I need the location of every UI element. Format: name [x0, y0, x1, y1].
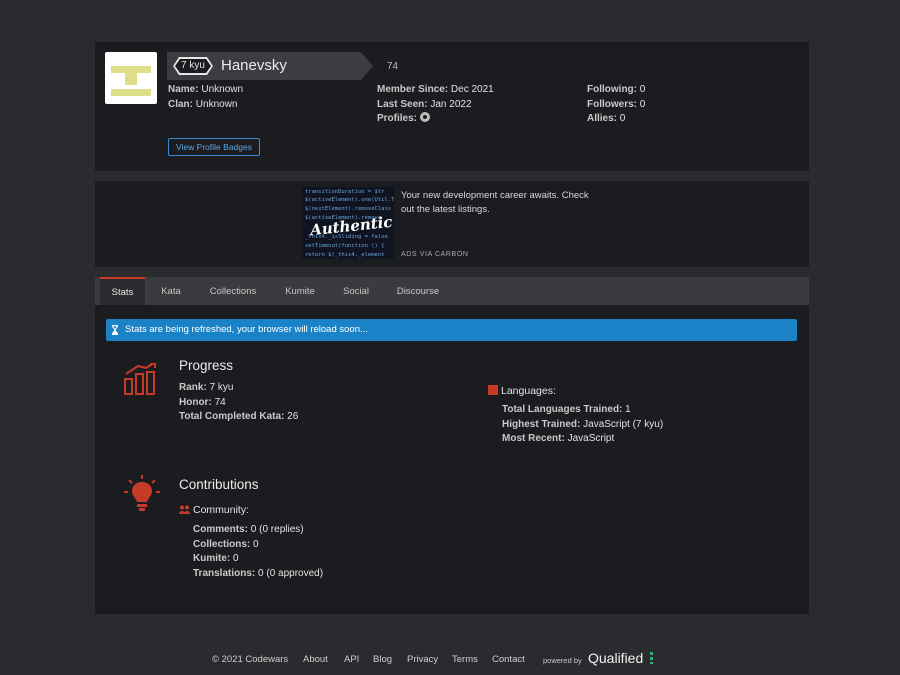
tab-social[interactable]: Social: [335, 277, 377, 305]
footer-copyright: © 2021 Codewars: [212, 654, 289, 665]
footer-link-api[interactable]: API: [344, 654, 359, 665]
progress-title: Progress: [179, 358, 234, 373]
highest-trained-label: Highest Trained:: [502, 418, 581, 430]
contributions-title: Contributions: [179, 477, 259, 492]
translations-row: Translations: 0 (0 approved): [193, 567, 323, 582]
last-seen-value: Jan 2022: [430, 98, 472, 110]
profile-info-middle: Member Since: Dec 2021 Last Seen: Jan 20…: [377, 83, 494, 127]
collections-row: Collections: 0: [193, 538, 259, 553]
ad-text[interactable]: Your new development career awaits. Chec…: [401, 189, 597, 216]
most-recent-row: Most Recent: JavaScript: [502, 432, 614, 447]
bar-chart-icon: [124, 363, 156, 395]
translations-value: 0 (0 approved): [258, 567, 324, 579]
github-icon[interactable]: [419, 112, 430, 122]
profile-header: 7 kyu Hanevsky 74 Name: Unknown Clan: Un…: [95, 42, 809, 171]
tab-kumite[interactable]: Kumite: [276, 277, 324, 305]
footer-link-privacy[interactable]: Privacy: [407, 654, 438, 665]
users-icon: [179, 505, 190, 514]
profile-info-left: Name: Unknown Clan: Unknown: [168, 83, 243, 112]
following-label: Following:: [587, 84, 637, 95]
honor-row: Honor: 74: [179, 396, 226, 411]
ad-image[interactable]: transitionDuration = $tr $(activeElement…: [302, 187, 394, 259]
rank-label: Rank:: [179, 382, 207, 393]
name-value: Unknown: [201, 84, 244, 95]
hourglass-icon: [112, 325, 118, 335]
languages-heading: Languages:: [488, 385, 556, 397]
completed-kata-row: Total Completed Kata: 26: [179, 410, 298, 425]
footer-link-contact[interactable]: Contact: [492, 654, 525, 665]
collections-label: Collections:: [193, 538, 251, 550]
tab-stats[interactable]: Stats: [100, 277, 145, 305]
translations-label: Translations:: [193, 567, 256, 579]
powered-by-label: powered by: [543, 656, 582, 665]
collections-value: 0: [253, 538, 259, 550]
carbon-ad: transitionDuration = $tr $(activeElement…: [95, 181, 809, 267]
footer-link-blog[interactable]: Blog: [373, 654, 392, 665]
footer-link-about[interactable]: About: [303, 654, 328, 665]
kumite-row: Kumite: 0: [193, 552, 239, 567]
rank-badge-label: 7 kyu: [175, 59, 211, 73]
username: Hanevsky: [221, 57, 287, 74]
member-since-label: Member Since:: [377, 84, 449, 95]
footer: © 2021 Codewars About API Blog Privacy T…: [0, 650, 900, 670]
allies-label: Allies:: [587, 113, 618, 124]
ads-via-carbon[interactable]: ADS VIA CARBON: [401, 251, 469, 258]
tab-discourse[interactable]: Discourse: [388, 277, 448, 305]
profile-info-right: Following: 0 Followers: 0 Allies: 0: [587, 83, 645, 127]
honor-score: 74: [387, 61, 399, 72]
avatar[interactable]: [105, 52, 157, 104]
comments-row: Comments: 0 (0 replies): [193, 523, 304, 538]
clan-label: Clan:: [168, 98, 193, 110]
total-languages-row: Total Languages Trained: 1: [502, 403, 631, 418]
rank-badge: 7 kyu: [173, 57, 213, 75]
highest-trained-value: JavaScript (7 kyu): [583, 418, 664, 430]
refresh-alert: Stats are being refreshed, your browser …: [106, 319, 797, 341]
total-languages-value: 1: [625, 404, 631, 415]
honor-label: Honor:: [179, 396, 212, 408]
rank-row: Rank: 7 kyu: [179, 381, 233, 396]
rank-value: 7 kyu: [209, 382, 234, 393]
followers-value: 0: [639, 98, 646, 110]
code-icon: [488, 385, 498, 395]
name-label: Name:: [168, 84, 199, 95]
completed-kata-value: 26: [287, 411, 299, 422]
languages-title: Languages:: [501, 385, 556, 397]
member-since-value: Dec 2021: [450, 84, 494, 95]
total-languages-label: Total Languages Trained:: [502, 404, 623, 415]
qualified-logo[interactable]: Qualified: [588, 650, 643, 666]
comments-value: 0 (0 replies): [250, 524, 304, 535]
qualified-logo-mark: [650, 652, 653, 664]
honor-value: 74: [214, 396, 226, 408]
tab-collections[interactable]: Collections: [200, 277, 266, 305]
clan-value: Unknown: [195, 98, 238, 110]
rank-bar: 7 kyu Hanevsky: [167, 52, 373, 80]
refresh-alert-text: Stats are being refreshed, your browser …: [125, 324, 368, 335]
kumite-value: 0: [233, 553, 239, 564]
allies-value: 0: [619, 113, 626, 124]
comments-label: Comments:: [193, 524, 249, 535]
footer-link-terms[interactable]: Terms: [452, 654, 478, 665]
community-title: Community:: [193, 504, 250, 516]
most-recent-label: Most Recent:: [502, 433, 565, 444]
followers-label: Followers:: [587, 98, 638, 110]
lightbulb-icon: [124, 475, 160, 511]
community-heading: Community:: [179, 504, 249, 516]
completed-kata-label: Total Completed Kata:: [179, 411, 285, 422]
profile-tabs: Stats Kata Collections Kumite Social Dis…: [95, 277, 809, 305]
last-seen-label: Last Seen:: [377, 98, 428, 110]
kumite-label: Kumite:: [193, 553, 231, 564]
most-recent-value: JavaScript: [567, 433, 615, 444]
stats-panel: Stats are being refreshed, your browser …: [95, 305, 809, 614]
view-profile-badges-button[interactable]: View Profile Badges: [168, 138, 260, 156]
tab-kata[interactable]: Kata: [152, 277, 190, 305]
highest-trained-row: Highest Trained: JavaScript (7 kyu): [502, 418, 663, 433]
profiles-label: Profiles:: [377, 113, 418, 124]
following-value: 0: [639, 84, 646, 95]
